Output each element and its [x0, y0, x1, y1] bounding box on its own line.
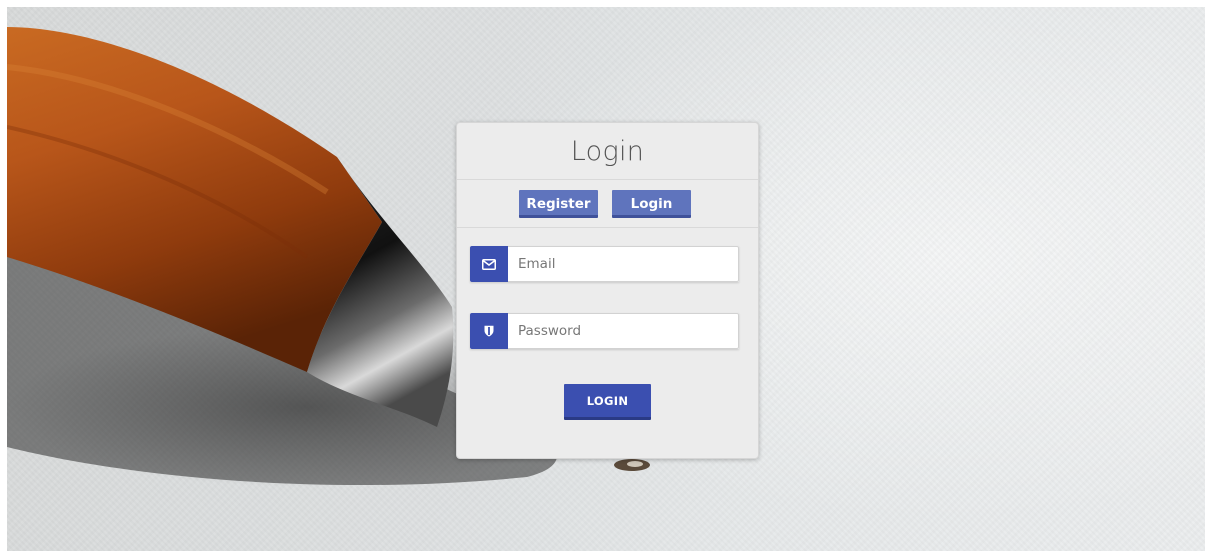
password-input-group: [470, 313, 739, 349]
background-photo: Login Register Login LOGIN: [7, 7, 1205, 551]
login-panel: Login Register Login LOGIN: [456, 122, 759, 459]
envelope-icon: [470, 246, 508, 282]
tab-register[interactable]: Register: [519, 190, 598, 218]
email-field[interactable]: [508, 246, 739, 282]
panel-title: Login: [457, 123, 758, 180]
password-field[interactable]: [508, 313, 739, 349]
tab-login[interactable]: Login: [612, 190, 691, 218]
auth-tabs: Register Login: [457, 180, 758, 228]
login-submit-button[interactable]: LOGIN: [564, 384, 651, 420]
email-input-group: [470, 246, 739, 282]
shield-icon: [470, 313, 508, 349]
